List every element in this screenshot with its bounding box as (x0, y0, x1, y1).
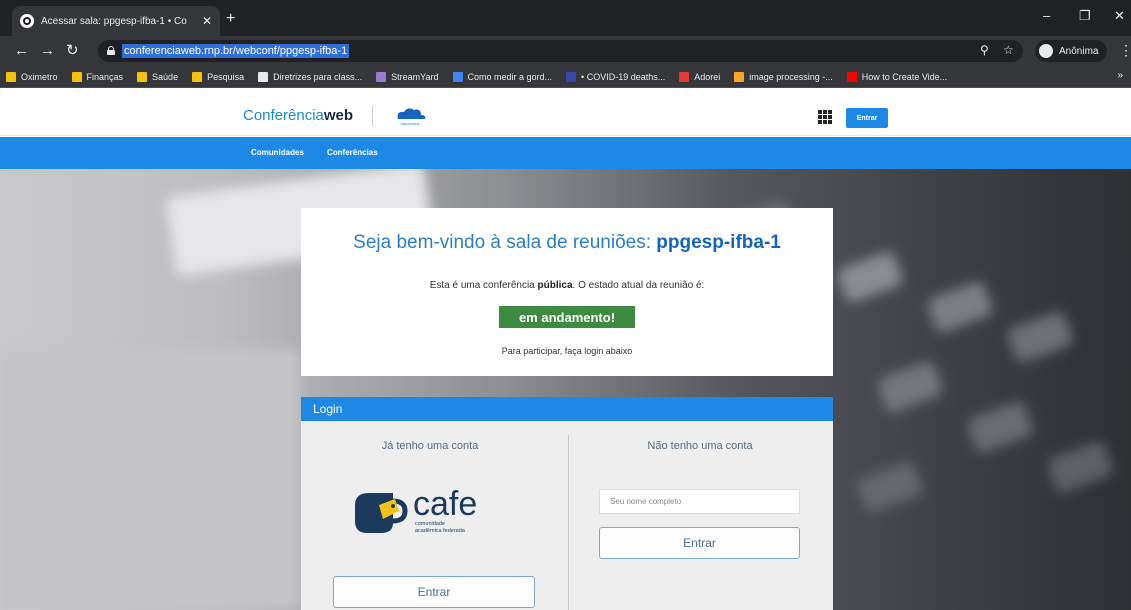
tab-close-icon[interactable]: ✕ (202, 14, 212, 28)
full-name-input[interactable]: Seu nome completo (599, 489, 800, 514)
cafe-federation-logo[interactable]: cafe comunidade acadêmica federada (349, 475, 509, 549)
bookmark-item[interactable]: image processing -... (734, 71, 833, 82)
bookmark-label: StreamYard (391, 71, 439, 82)
bookmark-label: Pesquisa (207, 71, 245, 82)
forward-arrow-icon[interactable]: → (40, 42, 55, 60)
cafe-login-button[interactable]: Entrar (333, 576, 535, 608)
bookmark-label: Saúde (152, 71, 179, 82)
bookmark-item[interactable]: Oximetro (6, 71, 58, 82)
bookmark-item[interactable]: Saúde (137, 71, 179, 82)
site-icon (734, 71, 745, 82)
header-login-button[interactable]: Entrar (846, 108, 888, 128)
streamyard-icon (376, 71, 387, 82)
no-account-title: Não tenho uma conta (647, 440, 753, 452)
login-panel: Login Já tenho uma conta cafe comunidade… (301, 397, 833, 610)
cafe-wordmark: cafe (413, 485, 477, 523)
browser-tab-strip: Acessar sala: ppgesp-ifba-1 • Co ✕ + – ❐… (0, 0, 1131, 36)
new-tab-button[interactable]: + (226, 10, 235, 28)
bookmark-label: Diretrizes para class... (273, 71, 363, 82)
meeting-status-badge: em andamento! (499, 306, 635, 328)
logo-divider (372, 106, 373, 126)
site-header: Conferênciaweb nasnuvens Entrar (0, 88, 1131, 136)
browser-toolbar: ← → ↻ conferenciaweb.rnp.br/webconf/ppge… (0, 36, 1131, 66)
cafe-subtitle-2: acadêmica federada (415, 528, 466, 534)
folder-icon (71, 71, 82, 82)
bookmark-label: Oximetro (21, 71, 58, 82)
bookmark-label: image processing -... (749, 71, 833, 82)
site-icon (679, 71, 690, 82)
apps-grid-icon[interactable] (818, 110, 832, 124)
close-window-button[interactable]: ✕ (1114, 8, 1125, 24)
profile-label: Anônima (1059, 45, 1099, 57)
conference-description: Esta é uma conferência pública. O estado… (429, 280, 705, 291)
cafe-subtitle-1: comunidade (415, 521, 445, 527)
folder-icon (6, 71, 16, 82)
welcome-title: Seja bem-vindo à sala de reuniões: ppges… (353, 232, 781, 253)
reload-icon[interactable]: ↻ (66, 42, 79, 60)
browser-tab[interactable]: Acessar sala: ppgesp-ifba-1 • Co ✕ (12, 6, 220, 36)
bookmark-star-icon[interactable]: ☆ (1003, 43, 1014, 57)
nav-link-conferencias[interactable]: Conferências (327, 148, 378, 157)
room-name: ppgesp-ifba-1 (656, 232, 781, 253)
site-icon (452, 71, 463, 82)
browser-menu-icon[interactable]: ⋮ (1119, 42, 1131, 59)
address-bar[interactable]: conferenciaweb.rnp.br/webconf/ppgesp-ifb… (98, 40, 1023, 62)
has-account-title: Já tenho uma conta (381, 440, 479, 452)
bookmark-item[interactable]: Adorei (679, 71, 721, 82)
login-hint: Para participar, faça login abaixo (501, 346, 633, 356)
globe-icon (258, 71, 269, 82)
site-nav-bar: Comunidades Conferências (0, 137, 1131, 169)
bookmark-item[interactable]: How to Create Vide... (846, 71, 948, 82)
guest-login-button[interactable]: Entrar (599, 527, 800, 559)
site-icon (566, 71, 577, 82)
folder-icon (137, 71, 148, 82)
login-header: Login (301, 397, 833, 421)
zoom-search-icon[interactable]: ⚲ (980, 43, 989, 57)
lock-icon (107, 46, 115, 55)
bookmark-item[interactable]: Finanças (71, 71, 124, 82)
minimize-button[interactable]: – (1043, 8, 1050, 23)
bookmark-label: How to Create Vide... (861, 71, 948, 82)
bookmark-item[interactable]: Como medir a gord... (452, 71, 553, 82)
folder-icon (192, 71, 203, 82)
bookmark-label: Adorei (694, 71, 721, 82)
bookmark-label: Como medir a gord... (467, 71, 553, 82)
tab-title: Acessar sala: ppgesp-ifba-1 • Co (41, 15, 187, 27)
maximize-button[interactable]: ❐ (1079, 8, 1091, 24)
bookmarks-overflow-icon[interactable]: » (1117, 70, 1123, 81)
bookmark-item[interactable]: StreamYard (376, 71, 439, 82)
incognito-icon (1039, 44, 1053, 58)
back-arrow-icon[interactable]: ← (14, 42, 29, 60)
bookmark-label: • COVID-19 deaths... (581, 71, 666, 82)
conferenciaweb-logo[interactable]: Conferênciaweb (243, 107, 353, 124)
nasnuvens-cloud-logo: nasnuvens (397, 108, 426, 126)
welcome-panel: Seja bem-vindo à sala de reuniões: ppges… (301, 208, 833, 376)
column-divider (568, 435, 569, 610)
url-text[interactable]: conferenciaweb.rnp.br/webconf/ppgesp-ifb… (122, 44, 350, 58)
site-favicon-icon (20, 14, 34, 28)
bookmark-item[interactable]: Diretrizes para class... (258, 71, 363, 82)
partner-logo-text: nasnuvens (400, 121, 419, 126)
nav-link-comunidades[interactable]: Comunidades (251, 148, 304, 157)
bookmark-item[interactable]: • COVID-19 deaths... (566, 71, 666, 82)
bookmark-label: Finanças (86, 71, 124, 82)
bookmarks-bar: Oximetro Finanças Saúde Pesquisa Diretrizes … (0, 66, 1131, 88)
incognito-profile-button[interactable]: Anônima (1035, 40, 1107, 62)
youtube-icon (846, 71, 857, 82)
bookmark-item[interactable]: Pesquisa (192, 71, 245, 82)
